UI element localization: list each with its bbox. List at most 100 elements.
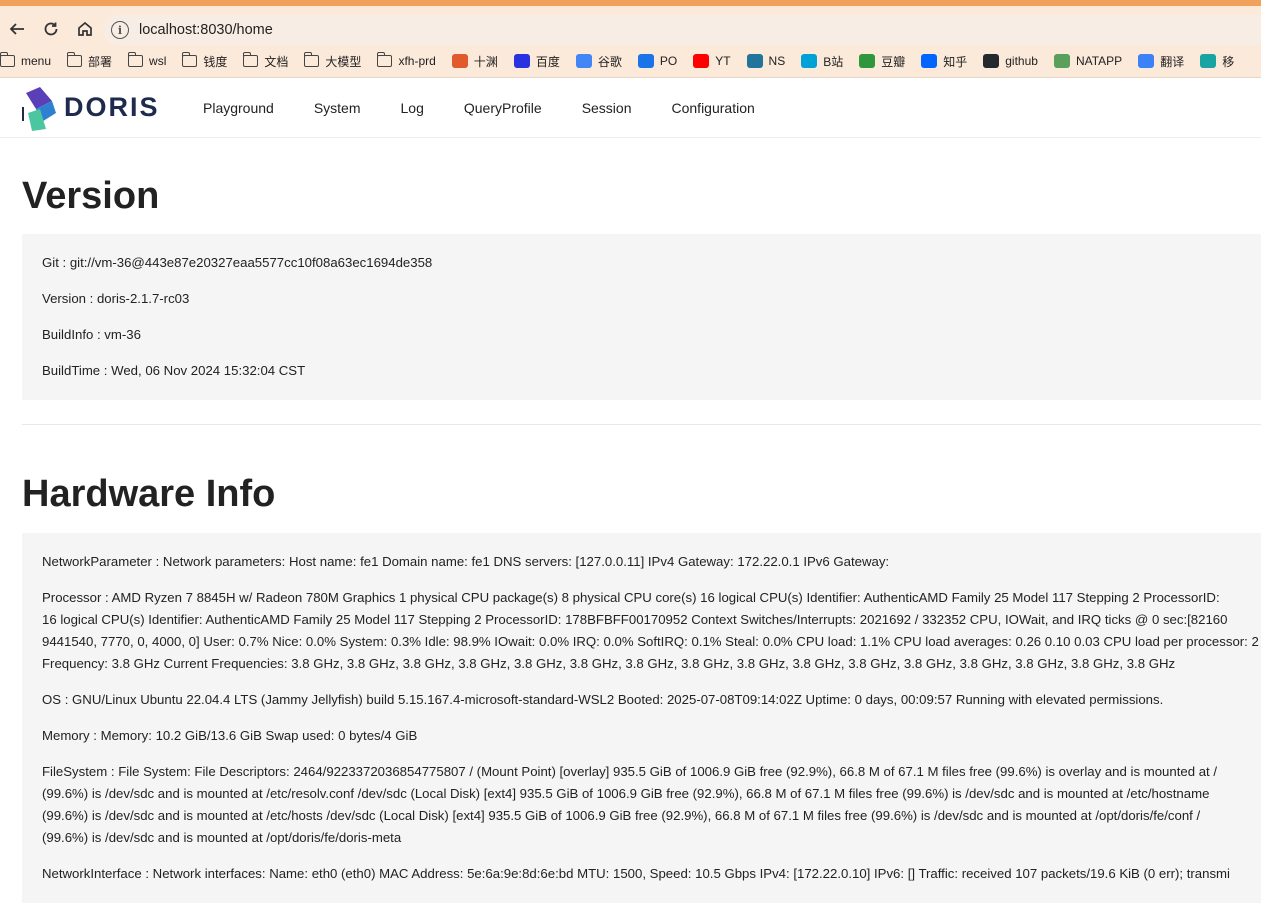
doris-logo-text: DORIS [64,92,160,122]
bookmark-item[interactable]: 部署 [66,52,113,70]
hardware-info-line: 16 logical CPU(s) Identifier: AuthenticA… [42,612,1228,627]
bookmark-label: 豆瓣 [881,54,906,69]
bookmark-item[interactable]: xfh-prd [376,52,436,68]
version-info-line: BuildTime : Wed, 06 Nov 2024 15:32:04 CS… [42,363,306,378]
bookmark-item[interactable]: github [983,54,1038,68]
baidu-icon [513,54,530,68]
hardware-info-item: NetworkParameter : Network parameters: H… [42,551,1261,573]
nav-item-queryprofile[interactable]: QueryProfile [444,78,562,138]
bookmark-label: NS [768,54,786,68]
bookmark-label: 百度 [535,54,560,69]
browser-chrome: i localhost:8030/home menu 部署 wsl 钱度 文档 大模型 xf… [0,6,1261,78]
bookmark-label: menu [21,54,52,68]
bookmark-item[interactable]: 知乎 [921,53,967,70]
bookmark-item[interactable]: B站 [801,53,843,70]
bookmark-item[interactable]: 文档 [242,52,289,70]
folder-icon [181,52,198,67]
bookmark-item[interactable]: 豆瓣 [859,53,905,70]
bookmark-label: 移 [1222,54,1235,69]
hardware-info-line: OS : GNU/Linux Ubuntu 22.04.4 LTS (Jammy… [42,692,1164,707]
bookmark-item[interactable]: 谷歌 [575,53,622,70]
bookmark-item[interactable]: 大模型 [303,52,362,70]
browser-nav-row: i localhost:8030/home [0,12,1261,46]
hardware-info-item: OS : GNU/Linux Ubuntu 22.04.4 LTS (Jammy… [42,689,1261,711]
bookmark-label: xfh-prd [398,54,436,68]
bookmark-label: 大模型 [325,54,362,69]
reload-icon[interactable] [34,12,68,46]
main-content: Version Git : git://vm-36@443e87e20327ea… [0,174,1261,903]
folder-icon [0,52,15,67]
bookmark-label: 谷歌 [597,54,622,69]
bookmark-label: 知乎 [943,54,968,69]
douban-icon [859,54,876,68]
bookmark-label: 部署 [88,54,113,69]
bookmark-label: YT [715,54,731,68]
nav-item-system[interactable]: System [294,78,381,138]
bookmark-label: 文档 [264,54,289,69]
hardware-info-line: NetworkInterface : Network interfaces: N… [42,866,1230,881]
nav-item-log[interactable]: Log [381,78,444,138]
bookmark-item[interactable]: YT [693,54,731,68]
bookmark-item[interactable]: 十渊 [451,53,498,70]
main-nav: Playground System Log QueryProfile Session Co… [183,78,775,138]
on-icon [637,54,654,68]
bookmark-item[interactable]: wsl [127,52,166,68]
doris-logo-icon [22,86,56,131]
hardware-info-line: Frequency: 3.8 GHz Current Frequencies: … [42,656,1176,671]
address-bar[interactable]: i localhost:8030/home [103,15,1261,45]
bookmark-label: github [1005,54,1038,68]
nav-item-playground[interactable]: Playground [183,78,294,138]
zhihu-icon [921,54,938,68]
hardware-info-item: Processor : AMD Ryzen 7 8845H w/ Radeon … [42,587,1261,675]
version-info-line: Version : doris-2.1.7-rc03 [42,291,190,306]
folder-icon [376,52,393,67]
bookmark-item[interactable]: 翻译 [1138,53,1184,70]
hardware-info-line: (99.6%) is /dev/sdc and is mounted at /e… [42,786,1210,801]
bookmark-item[interactable]: NS [746,54,786,68]
bookmark-label: B站 [823,54,844,69]
bookmark-label: 十渊 [473,54,498,69]
github-icon [983,54,1000,68]
home-icon[interactable] [68,12,102,46]
hardware-info-item: NetworkInterface : Network interfaces: N… [42,863,1261,885]
site-info-icon[interactable]: i [111,21,129,39]
version-heading: Version [22,175,160,217]
version-info-line: BuildInfo : vm-36 [42,327,141,342]
bookmark-item[interactable]: NATAPP [1053,54,1123,68]
bookmark-item[interactable]: 钱度 [181,52,228,70]
bookmark-label: 翻译 [1160,54,1185,69]
hardware-info-item: FileSystem : File System: File Descripto… [42,761,1261,849]
hardware-info-line: 9441540, 7770, 0, 4000, 0] User: 0.7% Ni… [42,634,1259,649]
nav-item-configuration[interactable]: Configuration [652,78,775,138]
hardware-info-line: FileSystem : File System: File Descripto… [42,764,1218,779]
nav-item-session[interactable]: Session [562,78,652,138]
wordpress-icon [746,54,763,68]
version-info-line: Git : git://vm-36@443e87e20327eaa5577cc1… [42,255,433,270]
address-bar-url[interactable]: localhost:8030/home [139,22,273,38]
app-header: DORIS Playground System Log QueryProfile Ses… [0,78,1261,138]
bookmark-item[interactable]: 移 [1200,53,1234,70]
bookmark-item[interactable]: menu [0,52,52,68]
hardware-info-heading: Hardware Info [22,473,276,515]
bookmarks-bar: menu 部署 wsl 钱度 文档 大模型 xfh-prd 十渊 百度 谷歌 PO YT NS B站 豆瓣 知… [0,48,1261,74]
hardware-info-panel: NetworkParameter : Network parameters: H… [22,533,1261,903]
folder-icon [127,52,144,67]
bookmark-item[interactable]: 百度 [513,53,560,70]
hardware-info-line: (99.6%) is /dev/sdc and is mounted at /o… [42,830,402,845]
back-arrow-icon[interactable] [0,12,34,46]
doris-logo[interactable]: DORIS [22,85,172,131]
folder-icon [242,52,259,67]
version-panel: Git : git://vm-36@443e87e20327eaa5577cc1… [22,234,1261,400]
fire-icon [451,54,468,68]
bookmark-label: 钱度 [203,54,228,69]
bilibili-icon [801,54,818,68]
hardware-info-item: Memory : Memory: 10.2 GiB/13.6 GiB Swap … [42,725,1261,747]
mobile-icon [1200,54,1217,68]
google-icon [575,54,592,68]
bookmark-label: NATAPP [1075,54,1123,68]
bookmark-label: PO [659,54,678,68]
hardware-info-line: (99.6%) is /dev/sdc and is mounted at /e… [42,808,1201,823]
youtube-icon [693,54,710,68]
folder-icon [66,52,83,67]
bookmark-item[interactable]: PO [637,54,678,68]
